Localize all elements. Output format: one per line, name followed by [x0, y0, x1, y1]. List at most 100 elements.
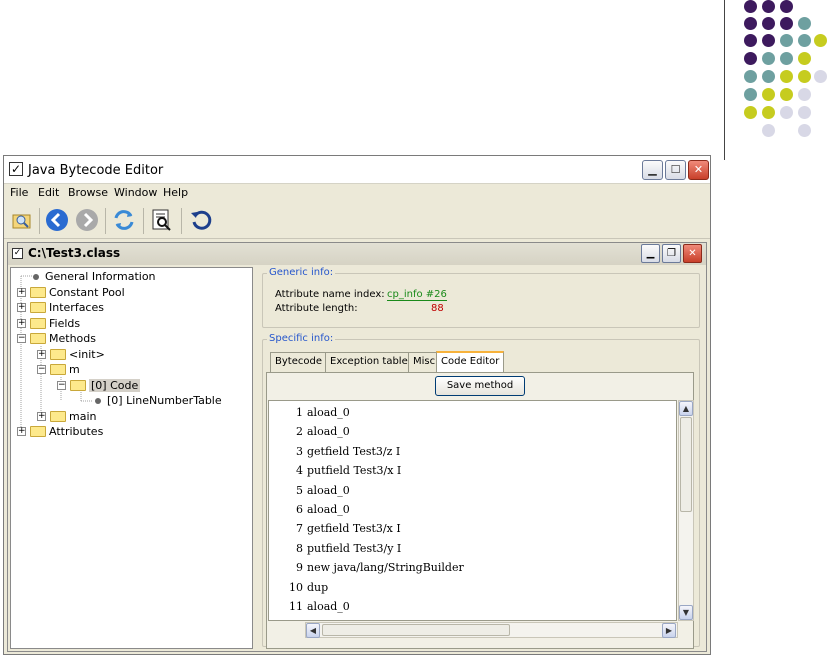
- tree-item-constant-pool[interactable]: + Constant Pool: [17, 285, 125, 300]
- expand-icon[interactable]: +: [17, 303, 26, 312]
- toolbar-separator: [181, 208, 182, 234]
- code-line[interactable]: putfield Test3/y I: [307, 542, 401, 555]
- tree-item-interfaces[interactable]: + Interfaces: [17, 300, 104, 315]
- expand-icon[interactable]: +: [17, 288, 26, 297]
- line-number: 11: [289, 600, 303, 613]
- scroll-down-button[interactable]: ▼: [679, 605, 693, 620]
- code-line[interactable]: getfield Test3/x I: [307, 522, 401, 535]
- tree-item-line-number-table[interactable]: [0] LineNumberTable: [95, 393, 222, 408]
- expand-icon[interactable]: +: [17, 427, 26, 436]
- menu-window[interactable]: Window: [114, 186, 157, 199]
- attribute-name-index-label: Attribute name index:: [275, 289, 385, 300]
- tab-exception-table[interactable]: Exception table: [325, 352, 413, 372]
- code-line[interactable]: aload_0: [307, 425, 350, 438]
- cp-info-link[interactable]: cp_info #26: [387, 289, 447, 301]
- close-button[interactable]: ✕: [688, 160, 709, 180]
- tree-item-init[interactable]: + <init>: [37, 347, 105, 362]
- line-number: 5: [296, 483, 303, 497]
- inner-restore-button[interactable]: ❐: [662, 244, 681, 263]
- folder-icon: [30, 302, 46, 313]
- tree-item-code[interactable]: − [0] Code: [57, 378, 141, 393]
- class-tree: General Information + Constant Pool + Inte…: [10, 267, 253, 649]
- code-line[interactable]: aload_0: [307, 406, 350, 419]
- dot: [780, 34, 793, 47]
- reload-icon[interactable]: [188, 207, 214, 233]
- expand-icon[interactable]: +: [37, 350, 46, 359]
- scroll-right-button[interactable]: ▶: [662, 623, 676, 638]
- dot: [762, 88, 775, 101]
- dot: [798, 34, 811, 47]
- inner-minimize-button[interactable]: ▁: [641, 244, 660, 263]
- inner-close-button[interactable]: ✕: [683, 244, 702, 263]
- window-title: Java Bytecode Editor: [28, 163, 164, 178]
- code-line[interactable]: getfield Test3/z I: [307, 445, 400, 458]
- dot: [744, 106, 757, 119]
- inspect-icon[interactable]: [149, 207, 175, 233]
- tree-label: Fields: [49, 317, 81, 330]
- dot: [780, 52, 793, 65]
- tree-label: <init>: [69, 348, 105, 361]
- bullet-icon: [33, 273, 39, 280]
- attribute-length-label: Attribute length:: [275, 303, 358, 314]
- scroll-left-button[interactable]: ◀: [306, 623, 320, 638]
- menu-edit[interactable]: Edit: [38, 186, 59, 199]
- scroll-thumb[interactable]: [680, 417, 692, 512]
- folder-icon: [30, 287, 46, 298]
- code-line[interactable]: dup: [307, 581, 328, 594]
- tree-item-m[interactable]: − m: [37, 362, 80, 377]
- collapse-icon[interactable]: −: [57, 381, 66, 390]
- folder-icon: [50, 411, 66, 422]
- dot: [798, 124, 811, 137]
- tab-bytecode[interactable]: Bytecode: [270, 352, 327, 372]
- tree-item-methods[interactable]: − Methods: [17, 331, 96, 346]
- code-line[interactable]: new java/lang/StringBuilder: [307, 561, 464, 574]
- dot: [798, 88, 811, 101]
- line-number: 8: [296, 541, 303, 555]
- refresh-icon[interactable]: [111, 207, 137, 233]
- menu-file[interactable]: File: [10, 186, 28, 199]
- class-window-icon: ✓: [12, 248, 23, 259]
- divider-line: [724, 0, 725, 160]
- h-scroll-thumb[interactable]: [322, 624, 510, 636]
- tree-label: Attributes: [49, 425, 104, 438]
- vertical-scrollbar[interactable]: ▲ ▼: [678, 400, 694, 621]
- minimize-button[interactable]: ▁: [642, 160, 663, 180]
- menu-bar: File Edit Browse Window Help: [4, 184, 710, 202]
- dot: [762, 106, 775, 119]
- folder-icon: [50, 364, 66, 375]
- folder-icon: [50, 349, 66, 360]
- collapse-icon[interactable]: −: [17, 334, 26, 343]
- menu-browse[interactable]: Browse: [68, 186, 108, 199]
- code-line[interactable]: putfield Test3/x I: [307, 464, 401, 477]
- line-number: 4: [296, 464, 303, 478]
- toolbar-separator: [143, 208, 144, 234]
- class-window: ✓ C:\Test3.class ▁ ❐ ✕ General Informati…: [7, 242, 707, 652]
- line-number: 1: [296, 406, 303, 419]
- line-number: 10: [289, 580, 303, 594]
- tree-item-main[interactable]: + main: [37, 409, 96, 424]
- tree-item-general[interactable]: General Information: [23, 269, 156, 284]
- code-line[interactable]: aload_0: [307, 484, 350, 497]
- folder-icon: [30, 426, 46, 437]
- code-line[interactable]: aload_0: [307, 600, 350, 613]
- tab-code-editor[interactable]: Code Editor: [436, 351, 505, 372]
- line-number: 9: [296, 561, 303, 575]
- code-editor[interactable]: 1 aload_0 2 aload_0 3 getfield Test3/z I 4 putf…: [268, 400, 677, 621]
- menu-help[interactable]: Help: [163, 186, 188, 199]
- tree-label-selected: [0] Code: [89, 379, 141, 392]
- tree-item-fields[interactable]: + Fields: [17, 316, 80, 331]
- forward-icon[interactable]: [74, 207, 100, 233]
- open-icon[interactable]: [9, 207, 35, 233]
- horizontal-scrollbar[interactable]: ◀ ▶: [305, 622, 678, 638]
- dot: [744, 52, 757, 65]
- expand-icon[interactable]: +: [37, 412, 46, 421]
- maximize-button[interactable]: ☐: [665, 160, 686, 180]
- folder-icon: [30, 318, 46, 329]
- expand-icon[interactable]: +: [17, 319, 26, 328]
- tree-item-attributes[interactable]: + Attributes: [17, 424, 103, 439]
- scroll-up-button[interactable]: ▲: [679, 401, 693, 416]
- collapse-icon[interactable]: −: [37, 365, 46, 374]
- back-icon[interactable]: [44, 207, 70, 233]
- code-line[interactable]: aload_0: [307, 503, 350, 516]
- save-method-button[interactable]: Save method: [435, 376, 525, 396]
